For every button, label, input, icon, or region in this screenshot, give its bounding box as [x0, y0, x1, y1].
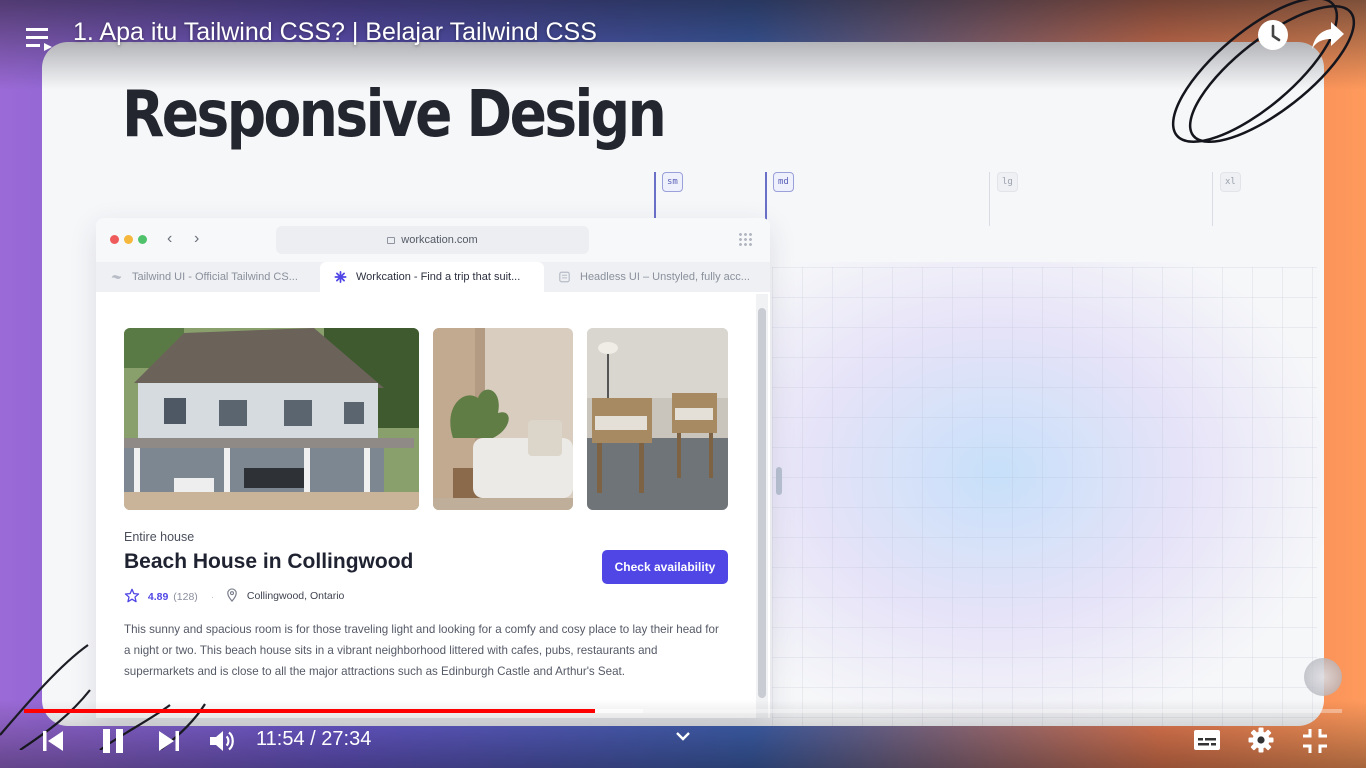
review-count: (128): [173, 591, 198, 603]
breakpoint-line-md: [765, 172, 767, 222]
breakpoint-tag-sm: sm: [662, 172, 683, 192]
gear-icon[interactable]: [1248, 727, 1274, 758]
chevron-down-icon[interactable]: [674, 729, 692, 748]
background-grid: [772, 267, 1317, 726]
house-exterior-photo: [124, 328, 419, 510]
listing-title: Beach House in Collingwood: [124, 550, 414, 573]
apps-grid-icon: [738, 232, 752, 246]
workcation-logo-icon: [334, 271, 347, 283]
video-frame[interactable]: Responsive Design sm md lg xl ‹ › workca…: [42, 42, 1324, 726]
tailwind-logo-icon: [111, 275, 122, 279]
living-room-photo: [433, 328, 573, 510]
resize-handle: [776, 467, 782, 495]
browser-tabs: Tailwind UI - Official Tailwind CS... Wo…: [96, 262, 770, 292]
breakpoint-line-xl: [1212, 172, 1213, 226]
map-pin-icon: [227, 588, 237, 602]
check-availability-button: Check availability: [602, 550, 728, 584]
browser-toolbar: ‹ › workcation.com: [96, 218, 770, 262]
rating-value: 4.89: [147, 591, 169, 603]
breakpoint-tag-md: md: [773, 172, 794, 192]
forward-arrow-icon: ›: [194, 230, 200, 247]
pause-icon[interactable]: [100, 727, 126, 760]
listing-description: This sunny and spacious room is for thos…: [124, 623, 719, 678]
star-icon: [124, 588, 140, 603]
url-text: workcation.com: [401, 234, 478, 246]
rating: 4.89 (128) ·: [124, 588, 214, 604]
tab-workcation: Workcation - Find a trip that suit...: [320, 262, 544, 292]
tab-tailwind-ui: Tailwind UI - Official Tailwind CS...: [96, 262, 320, 292]
close-dot: [110, 235, 119, 244]
location: Collingwood, Ontario: [226, 588, 344, 603]
headless-ui-logo-icon: [559, 271, 570, 283]
tab-label: Workcation - Find a trip that suit...: [356, 271, 521, 283]
volume-icon[interactable]: [208, 728, 236, 759]
time-separator: /: [310, 728, 316, 750]
clock-icon[interactable]: [1257, 19, 1289, 56]
breakpoint-tag-lg: lg: [997, 172, 1018, 192]
share-icon[interactable]: [1311, 20, 1345, 55]
playlist-icon[interactable]: [26, 26, 56, 57]
patio-chairs-photo: [587, 328, 728, 510]
listing-type: Entire house: [124, 530, 195, 544]
lock-icon: [387, 237, 396, 244]
duration: 27:34: [321, 728, 372, 750]
video-top-bar: 1. Apa itu Tailwind CSS? | Belajar Tailw…: [0, 0, 1366, 70]
meta-separator: ·: [210, 591, 215, 603]
tab-headless-ui: Headless UI – Unstyled, fully acc...: [544, 262, 770, 292]
scroll-thumb: [758, 308, 766, 698]
captions-icon[interactable]: [1193, 728, 1221, 757]
maximize-dot: [138, 235, 147, 244]
exit-fullscreen-icon[interactable]: [1302, 728, 1328, 759]
tab-label: Tailwind UI - Official Tailwind CS...: [132, 271, 298, 283]
next-icon[interactable]: [156, 729, 182, 758]
breakpoint-line-lg: [989, 172, 990, 226]
previous-icon[interactable]: [40, 729, 66, 758]
progress-played: [24, 709, 595, 713]
video-title[interactable]: 1. Apa itu Tailwind CSS? | Belajar Tailw…: [73, 18, 597, 47]
channel-watermark[interactable]: [1304, 658, 1342, 696]
page-scrollbar: [756, 294, 768, 718]
address-bar: workcation.com: [276, 226, 589, 254]
location-text: Collingwood, Ontario: [246, 590, 345, 602]
breakpoint-tag-xl: xl: [1220, 172, 1241, 192]
back-arrow-icon: ‹: [167, 230, 173, 247]
progress-bar[interactable]: [24, 709, 1342, 713]
minimize-dot: [124, 235, 133, 244]
tab-label: Headless UI – Unstyled, fully acc...: [580, 271, 750, 283]
breakpoint-line-sm: [654, 172, 656, 218]
time-display: 11:54 / 27:34: [256, 728, 371, 751]
browser-mockup: ‹ › workcation.com Tailwind UI - Officia…: [96, 218, 770, 718]
current-time: 11:54: [256, 728, 305, 750]
